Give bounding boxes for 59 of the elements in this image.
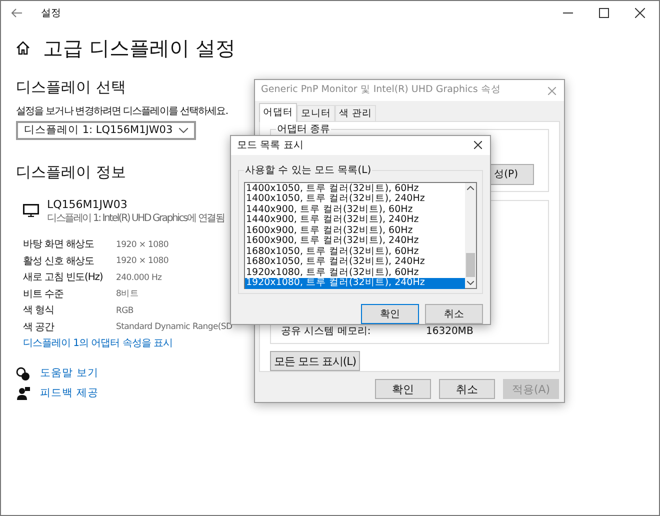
list-all-modes-button[interactable]: 모든 모드 표시(L) xyxy=(270,351,360,371)
info-value: 240.000 Hz xyxy=(116,272,162,285)
window-title: 설정 xyxy=(41,6,61,20)
info-label: 바탕 화면 해상도 xyxy=(23,239,94,250)
scrollbar[interactable] xyxy=(465,182,476,288)
monitor-connection: 디스플레이 1: Intel(R) UHD Graphics에 연결됨 xyxy=(47,212,224,225)
list-item[interactable]: 1920x1080, 트루 컬러(32비트), 60Hz xyxy=(245,268,465,278)
list-item[interactable]: 1680x1050, 트루 컬러(32비트), 240Hz xyxy=(245,257,465,268)
list-item[interactable]: 1400x1050, 트루 컬러(32비트), 60Hz xyxy=(245,184,465,194)
close-icon[interactable] xyxy=(635,8,645,18)
info-label: 새로 고침 빈도(Hz) xyxy=(23,272,103,284)
info-value: RGB xyxy=(116,304,134,318)
info-value: 1920 × 1080 xyxy=(116,238,168,252)
close-icon[interactable] xyxy=(474,141,482,150)
dialog-title: 모드 목록 표시 xyxy=(237,138,304,153)
cancel-button[interactable]: 취소 xyxy=(425,304,483,324)
help-link[interactable]: 피드백 제공 xyxy=(40,386,98,402)
dialog-title: Generic PnP Monitor 및 Intel(R) UHD Graphics 속성 xyxy=(261,83,501,98)
list-item[interactable]: 1440x900, 트루 컬러(32비트), 60Hz xyxy=(245,204,465,216)
group-label: 어댑터 종류 xyxy=(276,123,332,136)
info-label: 색 형식 xyxy=(23,305,54,316)
chevron-down-icon xyxy=(179,128,188,133)
info-value: 8비트 xyxy=(116,288,139,302)
ok-button[interactable]: 확인 xyxy=(361,304,419,324)
scroll-thumb[interactable] xyxy=(466,252,475,277)
list-item[interactable]: 1600x900, 트루 컬러(32비트), 240Hz xyxy=(245,236,465,247)
group-label: 사용할 수 있는 모드 목록(L) xyxy=(244,164,372,177)
tab[interactable]: 색 관리 xyxy=(335,105,376,122)
display-dropdown[interactable]: 디스플레이 1: LQ156M1JW03 xyxy=(16,121,196,140)
info-value: 1920 × 1080 xyxy=(116,255,168,268)
dialog-button[interactable]: 취소 xyxy=(439,379,495,399)
shared-memory-value: 16320MB xyxy=(426,325,474,340)
list-item[interactable]: 1600x900, 트루 컬러(32비트), 60Hz xyxy=(245,226,465,236)
help-link[interactable]: 도움말 보기 xyxy=(40,366,98,382)
back-arrow-icon[interactable] xyxy=(11,8,23,18)
info-value: Standard Dynamic Range(SD xyxy=(116,321,232,334)
list-item[interactable]: 1680x1050, 트루 컬러(32비트), 60Hz xyxy=(245,246,465,258)
adapter-properties-link[interactable]: 디스플레이 1의 어댑터 속성을 표시 xyxy=(23,336,173,351)
page-title: 고급 디스플레이 설정 xyxy=(43,35,236,62)
list-item[interactable]: 1440x900, 트루 컬러(32비트), 240Hz xyxy=(245,215,465,226)
tab[interactable]: 모니터 xyxy=(297,105,335,122)
monitor-icon xyxy=(23,204,39,217)
list-item[interactable]: 1400x1050, 트루 컬러(32비트), 240Hz xyxy=(245,194,465,205)
info-label: 활성 신호 해상도 xyxy=(23,256,94,267)
hint-text: 설정을 보거나 변경하려면 디스플레이를 선택하세요. xyxy=(16,105,228,119)
info-label: 색 공간 xyxy=(23,322,54,333)
scroll-up-icon[interactable] xyxy=(467,186,474,190)
home-icon[interactable] xyxy=(16,41,30,55)
section-heading: 디스플레이 선택 xyxy=(16,77,126,97)
maximize-icon[interactable] xyxy=(599,8,609,18)
section-heading: 디스플레이 정보 xyxy=(16,162,126,182)
tab[interactable]: 어댑터 xyxy=(259,103,297,122)
info-label: 비트 수준 xyxy=(23,288,64,300)
shared-memory-label: 공유 시스템 메모리: xyxy=(281,325,372,340)
dialog-button[interactable]: 확인 xyxy=(375,379,431,399)
person-icon xyxy=(16,387,30,401)
monitor-name: LQ156M1JW03 xyxy=(47,198,128,212)
scroll-down-icon[interactable] xyxy=(467,280,474,285)
list-item[interactable]: 1920x1080, 트루 컬러(32비트), 240Hz xyxy=(245,278,465,289)
